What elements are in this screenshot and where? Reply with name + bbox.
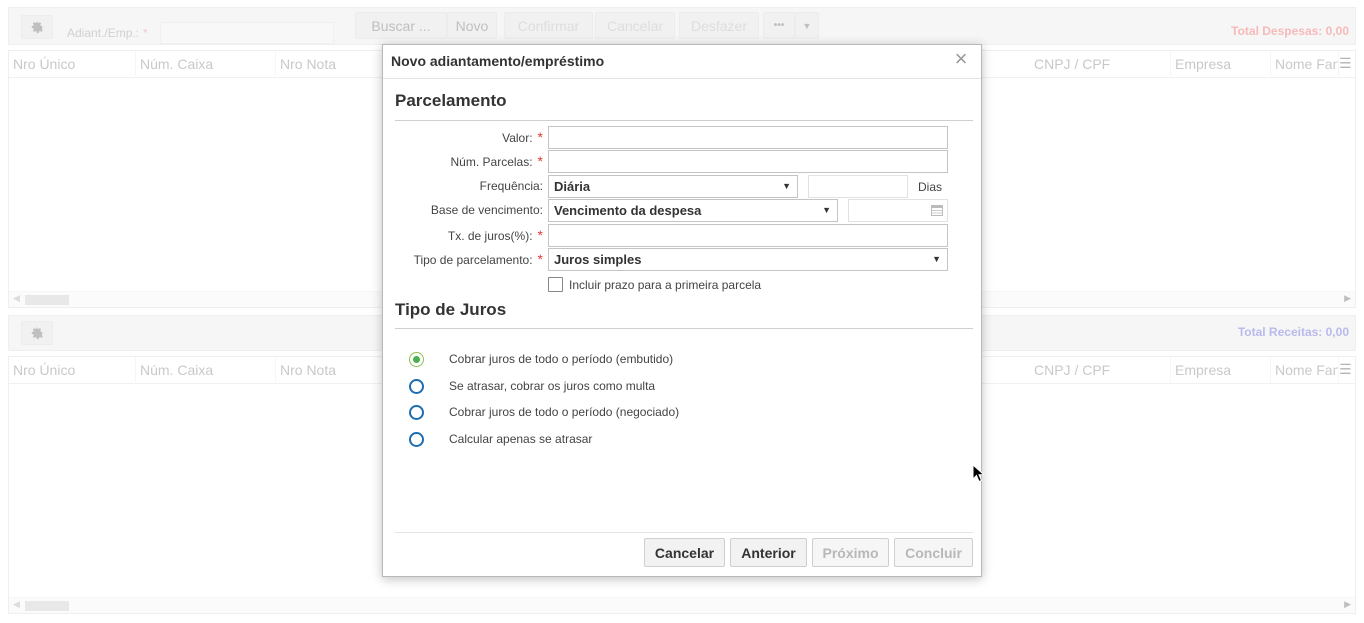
frequencia-select[interactable]: Diária ▼: [548, 175, 798, 198]
tipo-parcelamento-label: Tipo de parcelamento: *: [413, 251, 543, 267]
gear-icon: [31, 20, 43, 34]
radio-negociado-label[interactable]: Cobrar juros de todo o período (negociad…: [449, 405, 679, 419]
column-menu-icon[interactable]: ☰: [1339, 55, 1353, 71]
col-cnpj-cpf[interactable]: CNPJ / CPF: [1030, 357, 1171, 384]
settings-button-receitas[interactable]: [21, 321, 53, 345]
num-parcelas-label: Núm. Parcelas: *: [450, 153, 543, 169]
title-divider: [383, 78, 981, 79]
col-empresa[interactable]: Empresa: [1171, 357, 1271, 384]
chevron-down-icon[interactable]: ▼: [795, 12, 819, 39]
col-nro-unico[interactable]: Nro Único: [9, 357, 136, 384]
more-actions-button[interactable]: •••: [763, 12, 795, 39]
incluir-prazo-checkbox[interactable]: [548, 277, 563, 292]
close-icon[interactable]: ×: [951, 48, 971, 70]
cancelar-toolbar-button[interactable]: Cancelar: [595, 12, 675, 39]
dias-label: Dias: [918, 180, 943, 194]
base-vencimento-select[interactable]: Vencimento da despesa ▼: [548, 199, 838, 222]
col-nro-nota[interactable]: Nro Nota: [276, 357, 383, 384]
calendar-icon[interactable]: [931, 204, 943, 216]
total-receitas: Total Receitas: 0,00: [1237, 325, 1349, 339]
tipo-parcelamento-select[interactable]: Juros simples ▼: [548, 248, 948, 271]
radio-embutido-label[interactable]: Cobrar juros de todo o período (embutido…: [449, 352, 673, 366]
date-input[interactable]: [848, 199, 948, 222]
adiant-emp-input[interactable]: [160, 22, 334, 44]
incluir-prazo-label[interactable]: Incluir prazo para a primeira parcela: [569, 278, 761, 292]
col-empresa[interactable]: Empresa: [1171, 51, 1271, 78]
radio-apenas-atrasar-label[interactable]: Calcular apenas se atrasar: [449, 432, 592, 446]
radio-embutido[interactable]: [409, 352, 424, 367]
scroll-right-icon[interactable]: ▶: [1344, 293, 1351, 304]
radio-multa[interactable]: [409, 379, 424, 394]
tipo-parcelamento-value: Juros simples: [554, 252, 642, 267]
base-vencimento-value: Vencimento da despesa: [554, 203, 702, 218]
scroll-left-icon[interactable]: ◀: [13, 599, 20, 610]
footer-divider: [395, 532, 973, 533]
valor-label: Valor: *: [502, 129, 543, 145]
col-num-caixa[interactable]: Núm. Caixa: [136, 51, 276, 78]
scroll-thumb[interactable]: [25, 601, 69, 611]
anterior-button[interactable]: Anterior: [730, 538, 807, 567]
concluir-button[interactable]: Concluir: [894, 538, 973, 567]
base-vencimento-label: Base de vencimento:: [430, 203, 543, 217]
col-cnpj-cpf[interactable]: CNPJ / CPF: [1030, 51, 1171, 78]
col-nome-fantasia[interactable]: Nome Fant: [1271, 357, 1339, 384]
col-nome-fantasia[interactable]: Nome Fant: [1271, 51, 1339, 78]
chevron-down-icon: ▼: [822, 205, 831, 215]
tx-juros-input[interactable]: [548, 224, 948, 247]
chevron-down-icon: ▼: [782, 181, 791, 191]
scroll-left-icon[interactable]: ◀: [13, 293, 20, 304]
receitas-hscrollbar[interactable]: ◀ ▶: [9, 597, 1355, 613]
radio-negociado[interactable]: [409, 405, 424, 420]
radio-apenas-atrasar[interactable]: [409, 432, 424, 447]
confirmar-button[interactable]: Confirmar: [504, 12, 593, 39]
col-nro-unico[interactable]: Nro Único: [9, 51, 136, 78]
section-tipo-juros: Tipo de Juros: [395, 300, 507, 319]
proximo-button[interactable]: Próximo: [812, 538, 889, 567]
chevron-down-icon: ▼: [932, 254, 941, 264]
settings-button[interactable]: [21, 15, 53, 39]
section-divider: [395, 120, 973, 121]
novo-button[interactable]: Novo: [447, 12, 497, 39]
mouse-pointer-icon: [972, 464, 986, 483]
col-num-caixa[interactable]: Núm. Caixa: [136, 357, 276, 384]
section-divider: [395, 328, 973, 329]
valor-input[interactable]: [548, 126, 948, 149]
num-parcelas-input[interactable]: [548, 150, 948, 173]
frequencia-value: Diária: [554, 179, 591, 194]
column-menu-icon[interactable]: ☰: [1339, 361, 1353, 377]
novo-adiantamento-dialog: Novo adiantamento/empréstimo × Parcelame…: [382, 44, 982, 577]
buscar-button[interactable]: Buscar ...: [355, 12, 447, 39]
gear-icon: [31, 326, 43, 340]
adiant-emp-label: Adiant./Emp.: *: [67, 26, 148, 40]
section-parcelamento: Parcelamento: [395, 91, 507, 110]
scroll-thumb[interactable]: [25, 295, 69, 305]
col-nro-nota[interactable]: Nro Nota: [276, 51, 383, 78]
frequencia-label: Frequência:: [479, 179, 543, 193]
tx-juros-label: Tx. de juros(%): *: [447, 227, 543, 243]
cancelar-button[interactable]: Cancelar: [644, 538, 725, 567]
radio-multa-label[interactable]: Se atrasar, cobrar os juros como multa: [449, 379, 655, 393]
total-despesas: Total Despesas: 0,00: [1231, 24, 1349, 38]
main-toolbar: Adiant./Emp.: * Buscar ... Novo Confirmar…: [8, 7, 1356, 45]
dias-input[interactable]: [808, 175, 908, 198]
scroll-right-icon[interactable]: ▶: [1344, 599, 1351, 610]
desfazer-button[interactable]: Desfazer: [679, 12, 759, 39]
dialog-title: Novo adiantamento/empréstimo: [391, 53, 605, 69]
